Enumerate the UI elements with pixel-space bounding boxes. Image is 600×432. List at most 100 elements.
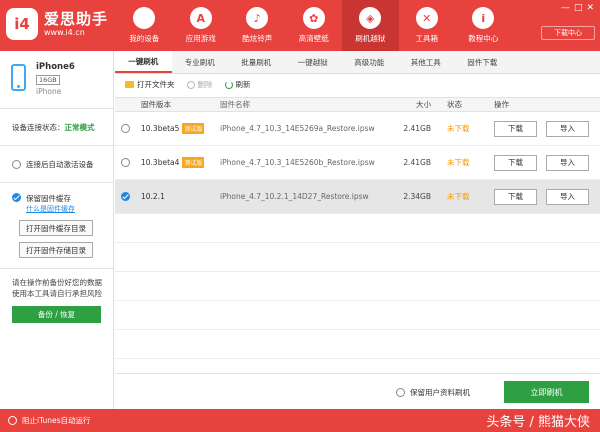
firmware-status: 未下载 [447, 124, 470, 133]
table-header: 固件版本 固件名称 大小 状态 操作 [115, 97, 600, 112]
tab-batch-flash[interactable]: 批量刷机 [228, 51, 285, 73]
firmware-status: 未下载 [447, 158, 470, 167]
nav-my-device[interactable]: 我的设备 [116, 0, 173, 51]
header-status: 状态 [447, 100, 462, 109]
delete-icon [186, 80, 195, 89]
keep-cache-label: 保留固件缓存 [26, 194, 71, 203]
device-info: iPhone6 16GB iPhone [0, 51, 113, 109]
iphone-icon [11, 64, 26, 91]
block-itunes-radio[interactable] [8, 416, 17, 425]
bell-icon: ♪ [246, 7, 269, 29]
empty-row [115, 272, 600, 301]
delete-button[interactable]: 删除 [186, 79, 213, 90]
empty-row [115, 243, 600, 272]
keep-user-data-radio[interactable] [396, 388, 405, 397]
tools-icon: ✕ [415, 7, 438, 29]
download-center-button[interactable]: 下载中心 [541, 26, 595, 40]
toolbar: 打开文件夹 删除 刷新 [115, 74, 600, 95]
download-button[interactable]: 下载 [494, 188, 537, 205]
header-ops: 操作 [494, 100, 509, 109]
auto-activate-option[interactable]: 连接后自动激活设备 [0, 146, 113, 183]
open-folder-button[interactable]: 打开文件夹 [125, 79, 175, 90]
tab-advanced[interactable]: 高级功能 [341, 51, 398, 73]
auto-activate-radio[interactable] [12, 159, 21, 169]
firmware-size: 2.34GB [403, 192, 431, 201]
firmware-name: iPhone_4.7_10.3_14E5260b_Restore.ipsw [220, 158, 375, 167]
app-title: 爱思助手 [44, 9, 109, 28]
import-button[interactable]: 导入 [546, 154, 589, 171]
empty-row [115, 301, 600, 330]
tab-pro-flash[interactable]: 专业刷机 [172, 51, 229, 73]
what-is-cache-link[interactable]: 什么是固件缓存 [26, 204, 75, 214]
firmware-version: 10.3beta4 [141, 158, 180, 167]
sidebar: iPhone6 16GB iPhone 设备连接状态： 正常模式 连接后自动激活… [0, 51, 114, 409]
firmware-status: 未下载 [447, 192, 470, 201]
download-button[interactable]: 下载 [494, 154, 537, 171]
device-capacity: 16GB [36, 75, 60, 85]
table-row[interactable]: 10.3beta5 测试版 iPhone_4.7_10.3_14E5269a_R… [115, 112, 600, 146]
open-cache-dir-button[interactable]: 打开固件缓存目录 [19, 220, 93, 236]
tab-one-click-jailbreak[interactable]: 一键越狱 [285, 51, 342, 73]
keep-user-data-option[interactable]: 保留用户资料刷机 [396, 387, 470, 398]
backup-restore-button[interactable]: 备份 / 恢复 [12, 306, 101, 323]
close-icon[interactable]: ✕ [586, 3, 594, 13]
empty-row [115, 214, 600, 243]
apple-icon [133, 7, 156, 29]
keep-cache-checkbox[interactable] [12, 193, 21, 202]
firmware-table: 固件版本 固件名称 大小 状态 操作 10.3beta5 测试版 iPhone_… [115, 97, 600, 359]
refresh-button[interactable]: 刷新 [224, 79, 251, 90]
action-bar: 保留用户资料刷机 立即刷机 [115, 373, 600, 409]
firmware-name: iPhone_4.7_10.3_14E5269a_Restore.ipsw [220, 124, 375, 133]
nav-toolbox[interactable]: ✕ 工具箱 [399, 0, 456, 51]
header-size: 大小 [416, 100, 431, 109]
main-panel: 一键刷机 专业刷机 批量刷机 一键越狱 高级功能 其他工具 固件下载 打开文件夹… [115, 51, 600, 409]
tab-other-tools[interactable]: 其他工具 [398, 51, 455, 73]
connection-status: 设备连接状态： 正常模式 [0, 109, 113, 146]
block-itunes-label: 阻止iTunes自动运行 [22, 416, 91, 425]
nav-wallpapers[interactable]: ✿ 高清壁纸 [286, 0, 343, 51]
minimize-icon[interactable]: — [561, 3, 570, 13]
firmware-size: 2.41GB [403, 124, 431, 133]
main-nav: 我的设备 A 应用游戏 ♪ 酷炫铃声 ✿ 高清壁纸 ◈ 刷机越狱 ✕ 工具箱 i… [116, 0, 512, 51]
download-button[interactable]: 下载 [494, 120, 537, 137]
header-name: 固件名称 [220, 100, 250, 109]
flash-now-button[interactable]: 立即刷机 [504, 381, 589, 403]
i4-logo-icon: i4 [6, 8, 38, 40]
beta-badge: 测试版 [182, 123, 205, 134]
nav-tutorials[interactable]: i 教程中心 [455, 0, 512, 51]
header-version: 固件版本 [141, 100, 171, 109]
tab-one-click-flash[interactable]: 一键刷机 [115, 51, 172, 73]
open-store-dir-button[interactable]: 打开固件存储目录 [19, 242, 93, 258]
flower-icon: ✿ [302, 7, 325, 29]
tutorial-icon: i [472, 7, 495, 29]
nav-ringtones[interactable]: ♪ 酷炫铃声 [229, 0, 286, 51]
status-bar: 阻止iTunes自动运行 头条号 / 熊猫大侠 [0, 409, 600, 432]
firmware-version: 10.2.1 [141, 192, 165, 201]
beta-badge: 测试版 [182, 157, 205, 168]
backup-tip: 请在操作前备份好您的数据 使用本工具请自行承担风险 [12, 278, 102, 298]
nav-flash-jailbreak[interactable]: ◈ 刷机越狱 [342, 0, 399, 51]
firmware-version: 10.3beta5 [141, 124, 180, 133]
app-url: www.i4.cn [44, 27, 85, 37]
window-controls: — □ ✕ [561, 3, 594, 13]
row-select-radio[interactable] [121, 192, 130, 201]
firmware-cache-section: 保留固件缓存 什么是固件缓存 打开固件缓存目录 打开固件存储目录 [0, 183, 113, 269]
table-row[interactable]: 10.2.1 iPhone_4.7_10.2.1_14D27_Restore.i… [115, 180, 600, 214]
app-store-icon: A [189, 7, 212, 29]
import-button[interactable]: 导入 [546, 120, 589, 137]
nav-apps-games[interactable]: A 应用游戏 [173, 0, 230, 51]
empty-row [115, 330, 600, 359]
row-select-radio[interactable] [121, 124, 130, 133]
maximize-icon[interactable]: □ [574, 3, 583, 13]
watermark: 头条号 / 熊猫大侠 [486, 415, 590, 430]
import-button[interactable]: 导入 [546, 188, 589, 205]
app-logo: i4 爱思助手 www.i4.cn [6, 8, 108, 40]
firmware-name: iPhone_4.7_10.2.1_14D27_Restore.ipsw [220, 192, 369, 201]
table-row[interactable]: 10.3beta4 测试版 iPhone_4.7_10.3_14E5260b_R… [115, 146, 600, 180]
dropbox-icon: ◈ [359, 7, 382, 29]
row-select-radio[interactable] [121, 158, 130, 167]
tab-firmware-download[interactable]: 固件下载 [454, 51, 511, 73]
device-name: iPhone6 [36, 62, 75, 72]
title-bar: i4 爱思助手 www.i4.cn 我的设备 A 应用游戏 ♪ 酷炫铃声 ✿ 高… [0, 0, 600, 51]
tab-bar: 一键刷机 专业刷机 批量刷机 一键越狱 高级功能 其他工具 固件下载 [115, 51, 600, 74]
